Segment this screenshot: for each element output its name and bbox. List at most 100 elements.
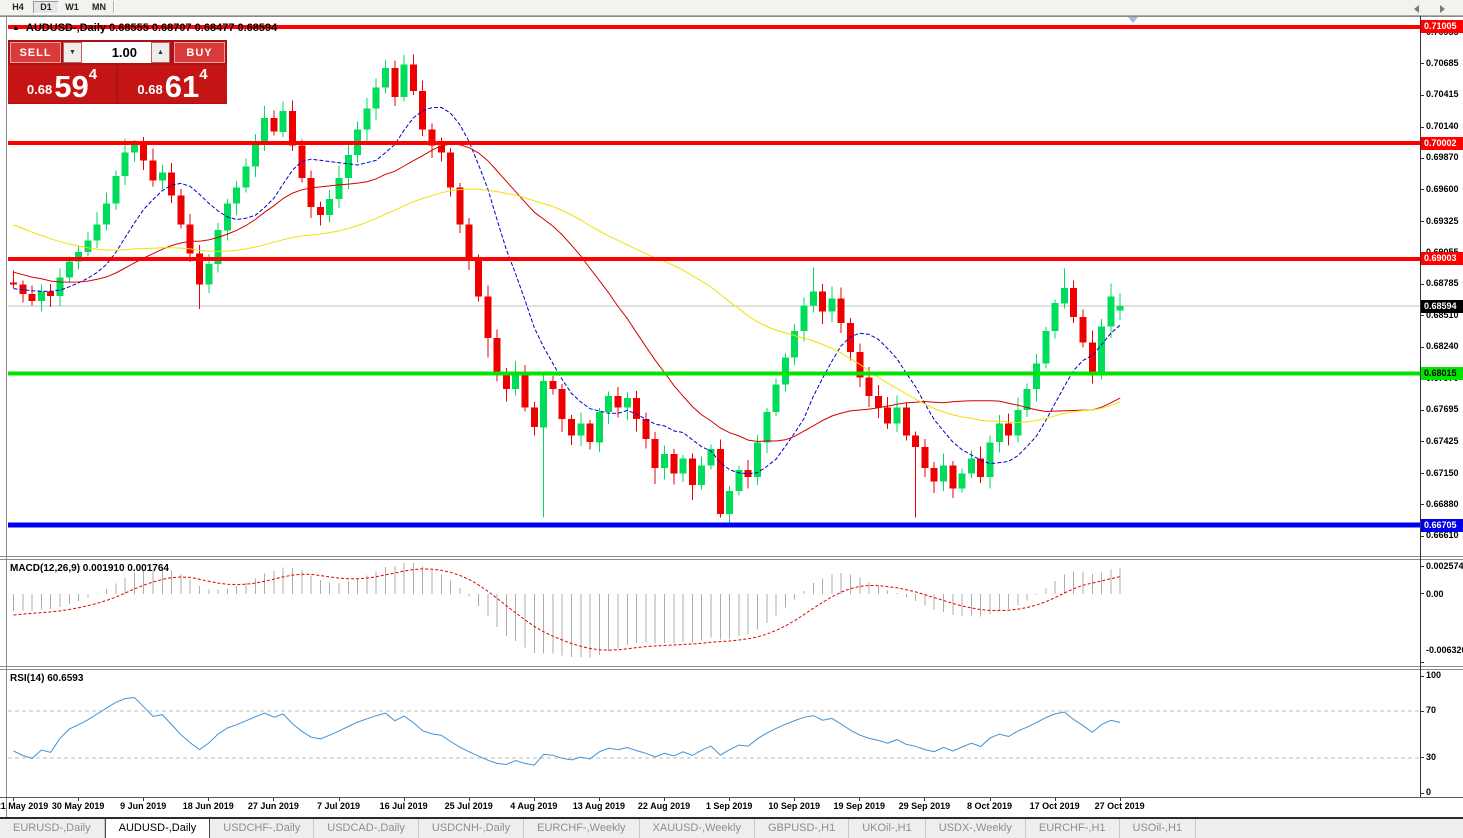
date-tick-label: 13 Aug 2019 bbox=[572, 801, 625, 811]
macd-axis-label: 0.002574 bbox=[1426, 561, 1463, 571]
tab-xauusd-weekly[interactable]: XAUUSD-,Weekly bbox=[640, 819, 755, 838]
timeframe-button-h4[interactable]: H4 bbox=[6, 1, 30, 13]
sell-price-small: 0.68 bbox=[26, 82, 53, 97]
symbol-triangle-icon: ▲ bbox=[12, 23, 20, 32]
timeframe-button-d1[interactable]: D1 bbox=[33, 1, 59, 14]
tab-scroll-left-icon[interactable] bbox=[1414, 5, 1419, 13]
date-tick-label: 30 May 2019 bbox=[51, 801, 105, 811]
date-tick-label: 10 Sep 2019 bbox=[768, 801, 820, 811]
tab-usoil-h1[interactable]: USOil-,H1 bbox=[1120, 819, 1197, 838]
sell-button[interactable]: SELL bbox=[10, 42, 61, 63]
price-tick bbox=[1420, 63, 1424, 65]
timeframe-button-mn[interactable]: MN bbox=[87, 1, 111, 13]
level-price-badge: 0.68015 bbox=[1421, 366, 1463, 380]
macd-rsi-separator bbox=[0, 666, 1463, 667]
volume-increase-button[interactable]: ▲ bbox=[151, 42, 170, 63]
tab-audusd-daily[interactable]: AUDUSD-,Daily bbox=[104, 819, 211, 838]
tab-eurchf-weekly[interactable]: EURCHF-,Weekly bbox=[524, 819, 640, 838]
price-tick bbox=[1420, 535, 1424, 537]
price-tick-label: 0.68240 bbox=[1426, 341, 1459, 352]
macd-tick bbox=[1420, 661, 1424, 663]
rsi-line bbox=[13, 696, 1121, 766]
level-line bbox=[8, 522, 1420, 528]
price-tick bbox=[1420, 189, 1424, 191]
chart-shift-marker-icon[interactable] bbox=[1128, 17, 1138, 23]
price-tick-label: 0.67150 bbox=[1426, 467, 1459, 478]
macd-tick bbox=[1420, 593, 1424, 595]
price-tick bbox=[1420, 504, 1424, 506]
tab-usdcad-daily[interactable]: USDCAD-,Daily bbox=[314, 819, 419, 838]
macd-axis-label: -0.006326 bbox=[1426, 645, 1463, 655]
price-tick bbox=[1420, 221, 1424, 223]
price-tick-label: 0.67695 bbox=[1426, 404, 1459, 415]
symbol-ohlc-text: AUDUSD-,Daily 0.68555 0.68707 0.68477 0.… bbox=[25, 22, 278, 34]
price-chart-canvas[interactable] bbox=[0, 0, 1463, 838]
rsi-tick bbox=[1420, 757, 1424, 759]
tab-usdchf-daily[interactable]: USDCHF-,Daily bbox=[210, 819, 315, 838]
tab-eurusd-daily[interactable]: EURUSD-,Daily bbox=[0, 819, 105, 838]
sell-price-display[interactable]: 0.68 59 4 bbox=[8, 65, 116, 103]
macd-rsi-separator2 bbox=[0, 669, 1463, 670]
level-line bbox=[8, 141, 1420, 146]
level-price-badge: 0.66705 bbox=[1421, 518, 1463, 532]
price-tick-label: 0.68785 bbox=[1426, 278, 1459, 289]
price-tick-label: 0.66880 bbox=[1426, 498, 1459, 509]
buy-price-display[interactable]: 0.68 61 4 bbox=[118, 65, 227, 103]
macd-axis-label: 0.00 bbox=[1426, 588, 1444, 599]
timeframe-button-w1[interactable]: W1 bbox=[60, 1, 84, 13]
level-price-badge: 0.71005 bbox=[1421, 20, 1463, 34]
chart-top-border bbox=[0, 16, 1463, 17]
date-tick-label: 16 Jul 2019 bbox=[379, 801, 428, 811]
macd-tick bbox=[1420, 565, 1424, 567]
buy-button[interactable]: BUY bbox=[174, 42, 225, 63]
toolbar-separator bbox=[113, 1, 115, 13]
date-tick-label: 17 Oct 2019 bbox=[1029, 801, 1080, 811]
date-tick-label: 27 Oct 2019 bbox=[1094, 801, 1145, 811]
price-tick bbox=[1420, 157, 1424, 159]
date-tick-label: 7 Jul 2019 bbox=[316, 801, 361, 811]
price-tick bbox=[1420, 409, 1424, 411]
price-tick-label: 0.70685 bbox=[1426, 57, 1459, 68]
price-tick bbox=[1420, 94, 1424, 96]
tab-usdcnh-daily[interactable]: USDCNH-,Daily bbox=[419, 819, 525, 838]
price-tick-label: 0.70415 bbox=[1426, 89, 1459, 100]
sell-price-big: 59 bbox=[54, 68, 89, 104]
price-tick bbox=[1420, 346, 1424, 348]
level-price-badge: 0.69003 bbox=[1421, 252, 1463, 266]
price-tick bbox=[1420, 441, 1424, 443]
symbol-tabbar: EURUSD-,Daily AUDUSD-,Daily USDCHF-,Daily U… bbox=[0, 819, 1463, 838]
price-tick bbox=[1420, 473, 1424, 475]
tab-eurchf-h1[interactable]: EURCHF-,H1 bbox=[1026, 819, 1120, 838]
macd-signal-line bbox=[13, 568, 1121, 651]
one-click-trade-panel: SELL ▼ ▲ BUY 0.68 59 4 0.68 61 4 bbox=[8, 40, 227, 104]
chart-left-border bbox=[6, 16, 7, 817]
price-tick bbox=[1420, 283, 1424, 285]
volume-input[interactable] bbox=[82, 42, 151, 63]
price-tick-label: 0.69325 bbox=[1426, 215, 1459, 226]
date-tick-label: 4 Aug 2019 bbox=[510, 801, 558, 811]
date-tick-label: 22 Aug 2019 bbox=[637, 801, 691, 811]
price-tick-label: 0.67425 bbox=[1426, 435, 1459, 446]
tab-gbpusd-h1[interactable]: GBPUSD-,H1 bbox=[755, 819, 850, 838]
rsi-tick bbox=[1420, 710, 1424, 712]
price-tick bbox=[1420, 315, 1424, 317]
rsi-tick bbox=[1420, 792, 1424, 794]
symbol-ohlc-line: ▲ AUDUSD-,Daily 0.68555 0.68707 0.68477 0… bbox=[12, 22, 277, 34]
rsi-tick bbox=[1420, 675, 1424, 677]
price-tick-label: 0.69870 bbox=[1426, 152, 1459, 163]
volume-decrease-button[interactable]: ▼ bbox=[63, 42, 82, 63]
date-tick-label: 27 Jun 2019 bbox=[247, 801, 299, 811]
main-macd-separator2 bbox=[0, 559, 1463, 560]
date-tick-label: 19 Sep 2019 bbox=[833, 801, 886, 811]
tab-usdx-weekly[interactable]: USDX-,Weekly bbox=[926, 819, 1026, 838]
main-macd-separator bbox=[0, 556, 1463, 557]
buy-price-big: 61 bbox=[164, 68, 200, 104]
rsi-date-separator bbox=[0, 797, 1463, 798]
level-line bbox=[8, 371, 1420, 376]
tab-ukoil-h1[interactable]: UKOil-,H1 bbox=[849, 819, 926, 838]
tab-scroll-right-icon[interactable] bbox=[1440, 5, 1445, 13]
date-tick-label: 25 Jul 2019 bbox=[444, 801, 493, 811]
price-tick-label: 0.70140 bbox=[1426, 121, 1459, 132]
ma-10-line bbox=[13, 106, 1121, 475]
date-tick-label: 29 Sep 2019 bbox=[898, 801, 951, 811]
